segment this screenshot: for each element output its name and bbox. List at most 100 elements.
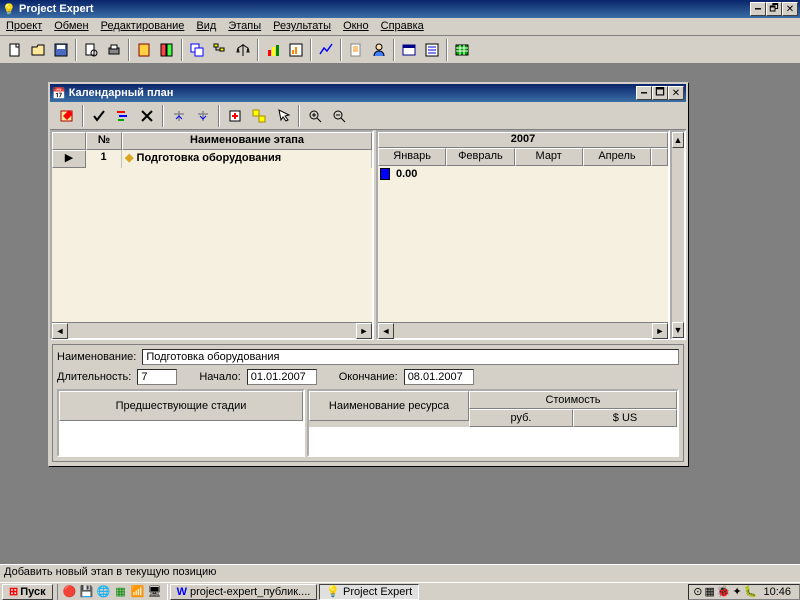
print-icon[interactable]: [103, 39, 125, 61]
table-icon[interactable]: [451, 39, 473, 61]
zoom-out-icon[interactable]: [328, 105, 350, 127]
delete-icon[interactable]: [136, 105, 158, 127]
menu-project[interactable]: Проект: [0, 18, 48, 35]
open-icon[interactable]: [27, 39, 49, 61]
zoom-in-icon[interactable]: [304, 105, 326, 127]
tree-icon[interactable]: [209, 39, 231, 61]
main-titlebar: 💡 Project Expert 🗕 🗗 ✕: [0, 0, 800, 18]
collapse-icon[interactable]: [168, 105, 190, 127]
gantt-month: Февраль: [446, 148, 514, 166]
child-toolbar: [50, 102, 686, 130]
tray-icon[interactable]: 🐛: [744, 585, 758, 598]
row-marker-header: [52, 132, 86, 150]
gantt-chart[interactable]: 2007 Январь Февраль Март Апрель 0.00 ◄: [376, 130, 670, 340]
user-icon[interactable]: [368, 39, 390, 61]
scroll-down-icon[interactable]: ▼: [672, 322, 684, 338]
resources-grid[interactable]: Наименование ресурса Стоимость руб. $ US: [307, 389, 679, 457]
windows-icon[interactable]: [186, 39, 208, 61]
predecessors-grid[interactable]: Предшествующие стадии: [57, 389, 305, 457]
save-icon[interactable]: 💾: [79, 584, 95, 600]
browser-icon[interactable]: [398, 39, 420, 61]
child-maximize-button[interactable]: 🗖: [652, 86, 668, 100]
tray-icon[interactable]: ⊙: [693, 585, 702, 598]
table-row[interactable]: ▶ 1 ◆ Подготовка оборудования: [52, 150, 372, 168]
scroll-left-icon[interactable]: ◄: [52, 323, 68, 339]
cost-header: Стоимость: [469, 391, 677, 409]
menu-exchange[interactable]: Обмен: [48, 18, 94, 35]
tray-icon[interactable]: ▦: [704, 585, 714, 598]
doc1-icon[interactable]: [345, 39, 367, 61]
save-icon[interactable]: [50, 39, 72, 61]
gantt-month: Март: [515, 148, 583, 166]
clock[interactable]: 10:46: [759, 586, 795, 598]
app-icon: 💡: [326, 585, 340, 598]
minimize-button[interactable]: 🗕: [750, 2, 766, 16]
grid-hscroll[interactable]: ◄ ►: [52, 322, 372, 338]
menu-window[interactable]: Окно: [337, 18, 375, 35]
row-num: 1: [86, 150, 122, 168]
check-icon[interactable]: [88, 105, 110, 127]
windows-logo-icon: ⊞: [9, 585, 18, 598]
start-field[interactable]: [247, 369, 317, 385]
stages-grid[interactable]: № Наименование этапа ▶ 1 ◆ Подготовка об…: [50, 130, 374, 340]
menu-stages[interactable]: Этапы: [222, 18, 267, 35]
close-button[interactable]: ✕: [782, 2, 798, 16]
list-icon[interactable]: [421, 39, 443, 61]
gantt-icon[interactable]: [112, 105, 134, 127]
scroll-up-icon[interactable]: ▲: [672, 132, 684, 148]
gantt-year: 2007: [378, 132, 668, 148]
end-field[interactable]: [404, 369, 474, 385]
quick-launch: 🔴 💾 🌐 ▦ 📶 🖥: [57, 584, 168, 600]
status-text: Добавить новый этап в текущую позицию: [4, 566, 216, 578]
desktop-icon[interactable]: 🖥: [147, 584, 163, 600]
tray-icon[interactable]: 🐞: [717, 585, 731, 598]
calendar-icon: 📅: [52, 87, 66, 100]
restore-button[interactable]: 🗗: [766, 2, 782, 16]
media-icon[interactable]: 🔴: [62, 584, 78, 600]
child-minimize-button[interactable]: 🗕: [636, 86, 652, 100]
menu-results[interactable]: Результаты: [267, 18, 337, 35]
report-icon[interactable]: [156, 39, 178, 61]
line-chart-icon[interactable]: [315, 39, 337, 61]
preview-icon[interactable]: [80, 39, 102, 61]
menu-edit[interactable]: Редактирование: [95, 18, 191, 35]
scroll-right-icon[interactable]: ►: [652, 323, 668, 339]
name-field[interactable]: [142, 349, 679, 365]
new-icon[interactable]: [4, 39, 26, 61]
child-close-button[interactable]: ✕: [668, 86, 684, 100]
pointer-icon[interactable]: [272, 105, 294, 127]
num-header[interactable]: №: [86, 132, 122, 150]
chart1-icon[interactable]: [262, 39, 284, 61]
ie-icon[interactable]: 🌐: [96, 584, 112, 600]
task-project-expert[interactable]: 💡 Project Expert: [319, 584, 419, 600]
excel-icon[interactable]: ▦: [113, 584, 129, 600]
gantt-bar[interactable]: [380, 168, 390, 180]
app-title: Project Expert: [19, 3, 750, 15]
child-titlebar: 📅 Календарный план 🗕 🗖 ✕: [50, 84, 686, 102]
gantt-month-partial: [651, 148, 668, 166]
menu-help[interactable]: Справка: [375, 18, 430, 35]
scroll-left-icon[interactable]: ◄: [378, 323, 394, 339]
expand-icon[interactable]: [192, 105, 214, 127]
chart2-icon[interactable]: [285, 39, 307, 61]
gantt-hscroll[interactable]: ◄ ►: [378, 322, 668, 338]
system-tray: ⊙ ▦ 🐞 ✦ 🐛 10:46: [688, 584, 800, 600]
extra-icon[interactable]: 📶: [130, 584, 146, 600]
gantt-value: 0.00: [396, 168, 417, 180]
task-word[interactable]: W project-expert_публик....: [170, 584, 318, 600]
scales-icon[interactable]: [232, 39, 254, 61]
add-icon[interactable]: [224, 105, 246, 127]
edit-card-icon[interactable]: [56, 105, 78, 127]
name-header[interactable]: Наименование этапа: [122, 132, 372, 150]
taskbar: ⊞ Пуск 🔴 💾 🌐 ▦ 📶 🖥 W project-expert_публ…: [0, 582, 800, 600]
tray-icon[interactable]: ✦: [733, 585, 742, 598]
duration-field[interactable]: [137, 369, 177, 385]
start-button[interactable]: ⊞ Пуск: [2, 584, 53, 600]
menu-view[interactable]: Вид: [190, 18, 222, 35]
main-toolbar: [0, 36, 800, 64]
group-icon[interactable]: [248, 105, 270, 127]
gantt-month: Апрель: [583, 148, 651, 166]
calc-icon[interactable]: [133, 39, 155, 61]
scroll-right-icon[interactable]: ►: [356, 323, 372, 339]
calendar-plan-window: 📅 Календарный план 🗕 🗖 ✕: [48, 82, 688, 466]
